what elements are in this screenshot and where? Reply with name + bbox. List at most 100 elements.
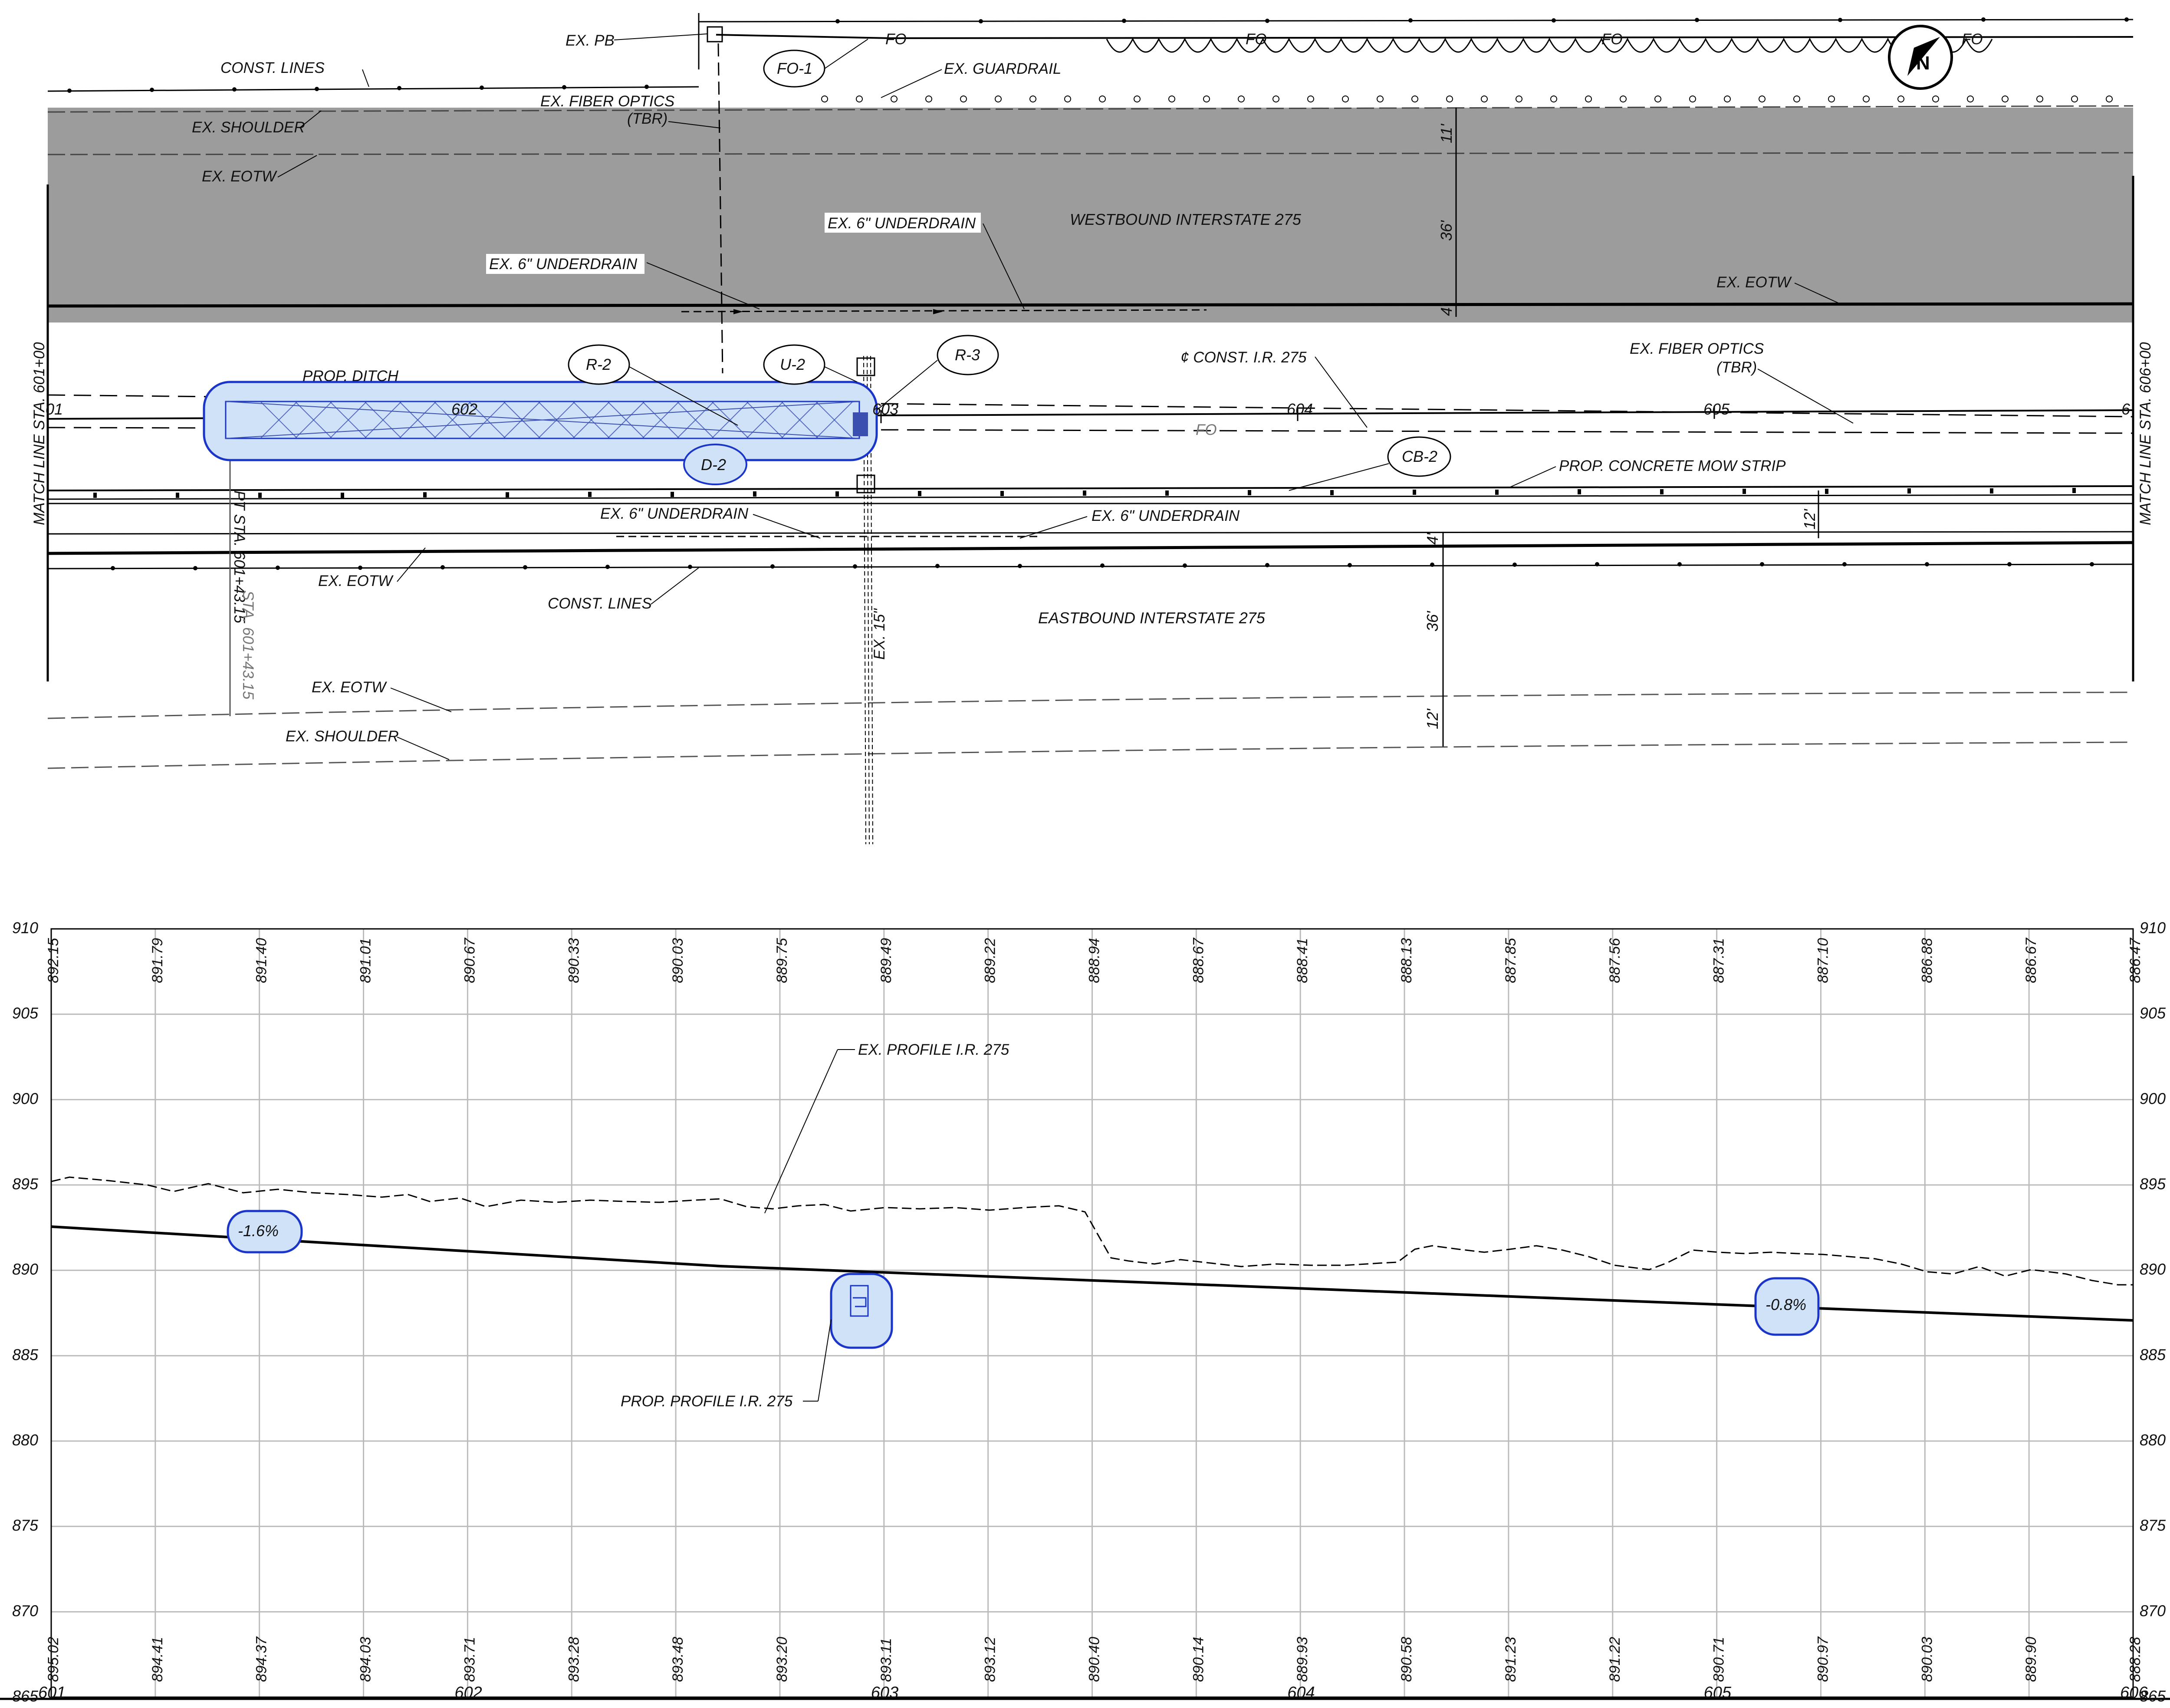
profile-bottom-elevation: 893.28 xyxy=(566,1637,582,1682)
profile-bottom-elevation: 893.11 xyxy=(878,1638,894,1682)
profile-y-tick-left: 870 xyxy=(12,1602,38,1619)
eb-shoulder-outer xyxy=(47,741,2134,769)
catch-basin-top xyxy=(856,357,875,376)
leader-const-lines-top xyxy=(362,69,369,87)
grade-cloud-1: -1.6% xyxy=(227,1210,303,1254)
label-ex-pb: EX. PB xyxy=(566,32,615,49)
label-ex-underdrain-a: EX. 6" UNDERDRAIN xyxy=(828,215,976,232)
profile-y-tick-right: 905 xyxy=(2140,1004,2166,1022)
profile-top-elevation: 892.15 xyxy=(45,938,62,983)
label-ex-eotw-right: EX. EOTW xyxy=(1716,274,1792,291)
leader-const-lines-mid xyxy=(651,567,699,605)
leader-ex-shoulder-bottom xyxy=(397,737,450,760)
label-prop-mow-strip: PROP. CONCRETE MOW STRIP xyxy=(1559,457,1786,474)
leader-underdrain-c xyxy=(753,514,821,539)
label-const-lines-mid: CONST. LINES xyxy=(548,595,652,612)
profile-bottom-elevation: 891.23 xyxy=(1503,1637,1519,1682)
callout-d-2-text: D-2 xyxy=(701,456,726,474)
profile-station-tick: 605 xyxy=(1704,1684,1732,1702)
north-arrow-icon: N xyxy=(1888,25,1953,90)
drawing-canvas: N EX. PB CONST. LINES EX. FIBER OPTICS (… xyxy=(0,13,2170,1705)
profile-top-elevation: 891.79 xyxy=(149,938,166,983)
profile-station-tick: 606 xyxy=(2120,1684,2148,1702)
profile-view: -1.6% -0.8% EX. PROFILE I.R. 275 PROP. P… xyxy=(0,919,2170,1705)
profile-bottom-elevation: 890.40 xyxy=(1086,1637,1103,1682)
profile-bottom-elevation: 894.03 xyxy=(358,1637,374,1682)
profile-y-tick-right: 900 xyxy=(2140,1089,2166,1107)
profile-y-tick-right: 890 xyxy=(2140,1260,2166,1278)
fo-marker-5: FO xyxy=(1196,421,1217,438)
leader-underdrain-d xyxy=(1019,516,1088,539)
grade-label-1: -1.6% xyxy=(238,1222,279,1240)
profile-top-elevation: 889.49 xyxy=(878,938,894,983)
catch-basin-bottom xyxy=(856,474,875,494)
profile-bottom-elevation: 890.14 xyxy=(1190,1637,1207,1682)
plan-station-604: 604 xyxy=(1287,400,1313,418)
profile-y-tick-left: 880 xyxy=(12,1431,38,1449)
profile-bottom-elevation: 894.41 xyxy=(149,1637,166,1682)
profile-top-elevation: 887.56 xyxy=(1607,938,1623,983)
fo-marker-2: FO xyxy=(1246,31,1267,48)
label-westbound: WESTBOUND INTERSTATE 275 xyxy=(1070,211,1302,228)
profile-top-elevation: 888.13 xyxy=(1398,938,1415,983)
dim-12-eb-shoulder: 12' xyxy=(1801,509,1818,530)
profile-top-elevation: 890.03 xyxy=(670,938,686,983)
callout-r-3-text: R-3 xyxy=(955,346,980,364)
profile-y-tick-right: 870 xyxy=(2140,1602,2166,1619)
profile-top-elevation: 890.67 xyxy=(461,938,478,983)
profile-bottom-elevation: 893.71 xyxy=(461,1637,478,1682)
label-ex-fiber-optics-2-tbr: (TBR) xyxy=(1716,359,1757,376)
profile-top-elevation: 887.85 xyxy=(1503,938,1519,983)
dim-36-wb: 36' xyxy=(1437,220,1455,241)
profile-y-tick-left: 905 xyxy=(12,1004,39,1022)
profile-bottom-elevation: 893.20 xyxy=(774,1637,790,1682)
callout-fo-1-text: FO-1 xyxy=(777,59,812,77)
label-ex-guardrail: EX. GUARDRAIL xyxy=(944,60,1061,77)
const-line-top xyxy=(47,86,699,92)
label-prop-profile: PROP. PROFILE I.R. 275 xyxy=(621,1393,793,1410)
profile-top-elevation: 889.75 xyxy=(774,938,790,983)
label-ex-fiber-optics-top: EX. FIBER OPTICS xyxy=(540,93,674,110)
dim-11: 11' xyxy=(1437,124,1455,143)
profile-station-tick: 601 xyxy=(38,1684,66,1702)
mow-strip-line-2 xyxy=(47,494,2134,500)
profile-y-tick-left: 875 xyxy=(12,1517,39,1534)
profile-top-elevation: 886.88 xyxy=(1919,938,1935,983)
label-ex-eotw-top: EX. EOTW xyxy=(202,168,277,185)
profile-top-elevation: 886.47 xyxy=(2127,938,2144,983)
profile-y-tick-left: 890 xyxy=(12,1260,38,1278)
callout-u-2-text: U-2 xyxy=(780,355,805,373)
profile-bottom-elevation: 890.03 xyxy=(1919,1637,1935,1682)
vpi-cloud xyxy=(830,1273,893,1349)
label-ex-eotw-mid: EX. EOTW xyxy=(318,573,394,589)
profile-y-tick-left: 885 xyxy=(12,1346,39,1363)
label-ex-underdrain-d: EX. 6" UNDERDRAIN xyxy=(1092,507,1240,524)
eb-eotw-line xyxy=(47,541,2134,555)
profile-y-tick-left: 900 xyxy=(12,1089,38,1107)
profile-station-tick: 603 xyxy=(871,1684,898,1702)
profile-bottom-elevation: 890.71 xyxy=(1711,1637,1727,1682)
label-eastbound: EASTBOUND INTERSTATE 275 xyxy=(1038,609,1266,627)
label-match-line-right: MATCH LINE STA. 606+00 xyxy=(2137,342,2154,525)
callout-r-2-text: R-2 xyxy=(586,355,611,373)
profile-y-tick-right: 910 xyxy=(2140,919,2166,937)
profile-y-tick-left: 910 xyxy=(12,919,38,937)
profile-y-tick-right: 880 xyxy=(2140,1431,2166,1449)
leader-ex-eotw-bottom xyxy=(390,688,452,712)
eb-eotw-outer xyxy=(47,691,2134,719)
callout-cb-2-text: CB-2 xyxy=(1402,448,1437,465)
leader-const-ir xyxy=(1315,356,1368,428)
profile-station-tick: 604 xyxy=(1287,1684,1315,1702)
label-ex-shoulder-top: EX. SHOULDER xyxy=(192,119,305,136)
profile-top-elevation: 891.40 xyxy=(253,938,270,983)
eb-shoulder-inner xyxy=(47,531,2134,535)
leader-fiber-2 xyxy=(1757,369,1854,424)
dim-36-eb: 36' xyxy=(1424,611,1441,632)
svg-text:N: N xyxy=(1916,53,1930,74)
label-ex-eotw-bottom: EX. EOTW xyxy=(312,679,387,696)
label-pt-sta-ghost: STA. 601+43.15 xyxy=(240,590,256,700)
label-ex-profile: EX. PROFILE I.R. 275 xyxy=(858,1041,1009,1058)
leader-ex-guardrail xyxy=(881,69,942,98)
profile-y-tick-left: 865 xyxy=(12,1687,39,1705)
callout-cb-2: CB-2 xyxy=(1289,436,1451,491)
